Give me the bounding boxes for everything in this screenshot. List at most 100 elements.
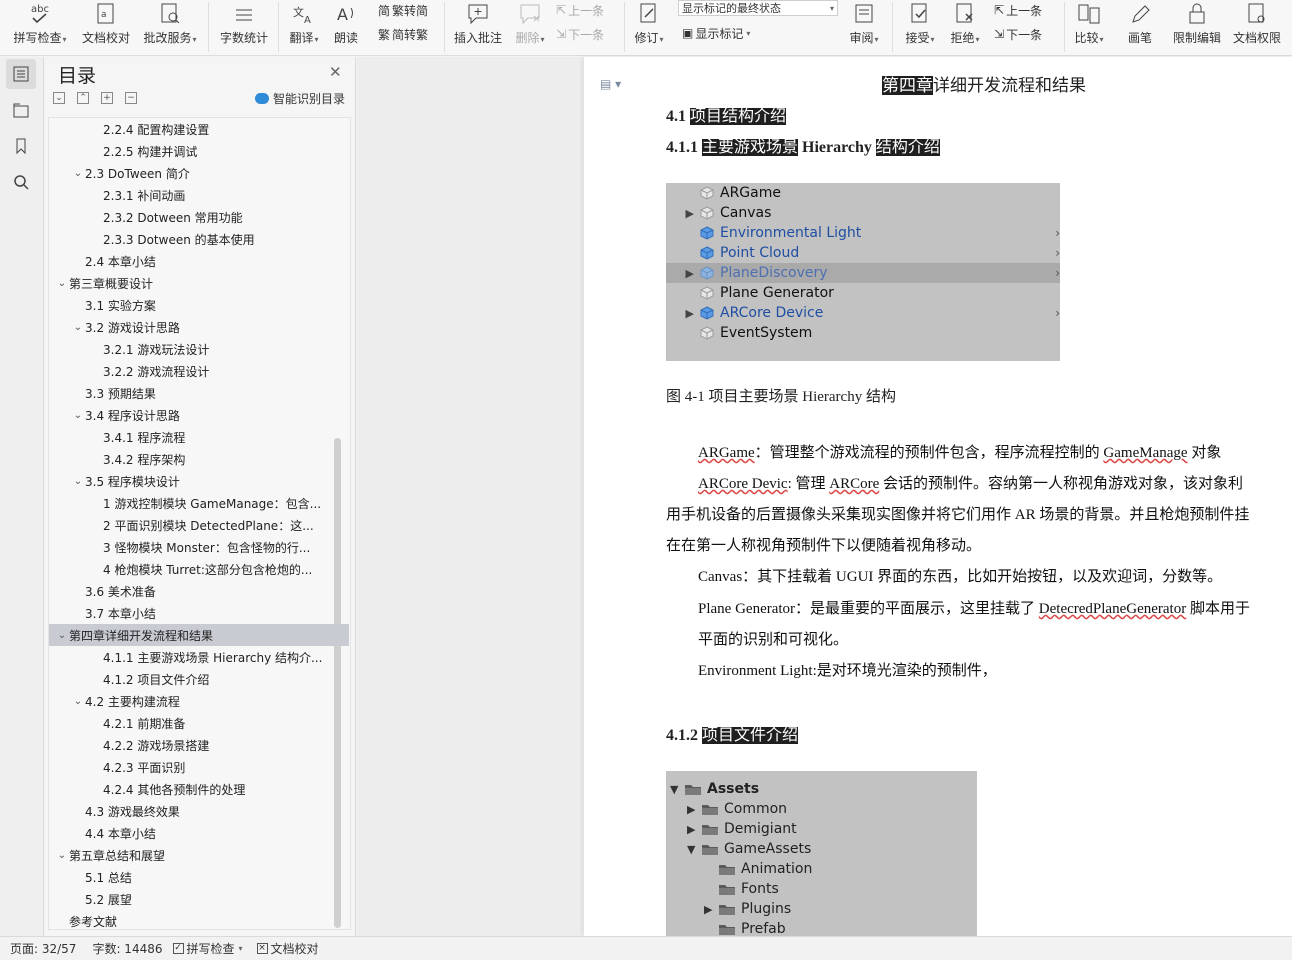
toc-item[interactable]: 4.4 本章小结 [49,822,349,844]
chevron-down-icon[interactable]: ⌄ [55,278,69,289]
toc-item[interactable]: 4.1.2 项目文件介绍 [49,668,349,690]
toc-title: 目录 [58,65,97,87]
toc-item[interactable]: 4.2.3 平面识别 [49,756,349,778]
toc-item[interactable]: 3.4.2 程序架构 [49,448,349,470]
toc-item[interactable]: 2.3.1 补间动画 [49,184,349,206]
toc-item[interactable]: 4.3 游戏最终效果 [49,800,349,822]
word-count-indicator[interactable]: 字数: 14486 [92,940,162,957]
bookmark-panel-button[interactable] [6,131,36,161]
chevron-down-icon[interactable]: ⌄ [55,630,69,641]
collapse-all-icon[interactable]: ⌃ [77,92,89,104]
toc-item[interactable]: ⌄ 第四章详细开发流程和结果 [49,624,349,646]
close-icon[interactable]: ✕ [329,63,342,81]
reject-button[interactable]: 拒绝▾ [946,0,984,56]
compare-button[interactable]: 比较▾ [1070,0,1108,56]
chevron-down-icon[interactable]: ⌄ [71,168,85,179]
toc-item[interactable]: ⌄ 4.2 主要构建流程 [49,690,349,712]
page-indicator[interactable]: 页面: 32/57 [10,940,76,957]
chevron-down-icon[interactable]: ⌄ [71,696,85,707]
toc-item[interactable]: 2 平面识别模块 DetectedPlane：这... [49,514,349,536]
toc-item[interactable]: 3.3 预期结果 [49,382,349,404]
toc-item[interactable]: 1 游戏控制模块 GameManage：包含... [49,492,349,514]
doc-proof-button[interactable]: a 文档校对 [80,0,132,56]
insert-comment-button[interactable]: 插入批注 [452,0,504,56]
smart-toc-label: 智能识别目录 [273,92,346,106]
search-panel-button[interactable] [6,167,36,197]
markup-state-value: 显示标记的最终状态 [682,2,781,15]
delete-comment-button[interactable]: 删除▾ [510,0,550,56]
doc-permission-button[interactable]: 文档权限 [1230,0,1284,56]
delete-comment-icon [518,0,542,27]
next-change-button[interactable]: ⇲ 下一条 [994,24,1042,44]
chevron-down-icon[interactable]: ⌄ [55,850,69,861]
toc-item[interactable]: 5.2 展望 [49,888,349,910]
toc-item[interactable]: 4.2.4 其他各预制件的处理 [49,778,349,800]
toc-item[interactable]: 3 怪物模块 Monster：包含怪物的行... [49,536,349,558]
batch-service-button[interactable]: 批改服务▾ [138,0,202,56]
document-page: ▤ ▾ 第四章详细开发流程和结果 4.1 项目结构介绍 4.1.1 主要游戏场景… [584,57,1292,941]
smart-toc-button[interactable]: 智能识别目录 [255,90,345,107]
toc-item[interactable]: 5.1 总结 [49,866,349,888]
markup-state-select[interactable]: 显示标记的最终状态 ▾ [678,0,838,16]
search-icon [14,175,29,190]
toc-item[interactable]: 2.4 本章小结 [49,250,349,272]
toc-item[interactable]: 4.2.2 游戏场景搭建 [49,734,349,756]
toc-item[interactable]: 参考文献 [49,910,349,929]
word-count-button[interactable]: 字数统计 [216,0,272,56]
prev-comment-button[interactable]: ⇱ 上一条 [556,0,604,20]
toc-item[interactable]: 4.1.1 主要游戏场景 Hierarchy 结构介... [49,646,349,668]
chevron-down-icon[interactable]: ⌄ [71,476,85,487]
next-comment-button[interactable]: ⇲ 下一条 [556,24,604,44]
spell-check-button[interactable]: abc 拼写检查▾ [10,0,70,56]
toc-item[interactable]: ⌄ 3.5 程序模块设计 [49,470,349,492]
toc-item[interactable]: 3.4.1 程序流程 [49,426,349,448]
toc-item[interactable]: 3.7 本章小结 [49,602,349,624]
page-menu-icon[interactable]: ▤ ▾ [600,77,621,91]
review-button[interactable]: 审阅▾ [844,0,884,56]
prev-change-button[interactable]: ⇱ 上一条 [994,0,1042,20]
toc-item[interactable]: ⌄ 2.3 DoTween 简介 [49,162,349,184]
simp-to-trad-button[interactable]: 繁简转繁 [378,24,428,44]
toc-item[interactable]: 4.2.1 前期准备 [49,712,349,734]
toc-item[interactable]: 3.2.2 游戏流程设计 [49,360,349,382]
expand-all-icon[interactable]: ⌄ [53,92,65,104]
expand-arrow-icon: ▶ [687,822,696,836]
toc-item[interactable]: ⌄ 第三章概要设计 [49,272,349,294]
toc-item[interactable]: 2.2.5 构建并调试 [49,140,349,162]
toc-item[interactable]: 2.2.4 配置构建设置 [49,118,349,140]
review-label: 审阅 [849,31,874,45]
show-markup-button[interactable]: ▣ 显示标记 ▾ [682,23,750,43]
chevron-down-icon[interactable]: ⌄ [71,322,85,333]
gameobject-cube-icon [700,266,714,280]
toc-item[interactable]: 4 枪炮模块 Turret:这部分包含枪炮的... [49,558,349,580]
restrict-edit-button[interactable]: 限制编辑 [1168,0,1226,56]
toc-panel: 目录 ✕ ⌄ ⌃ + − 智能识别目录 2.2.4 配置构建设置 2.2.5 构建… [45,57,356,936]
status-spell-check[interactable]: ✓ 拼写检查 ▾ [172,940,243,957]
trad-to-simp-button[interactable]: 简繁转简 [378,0,428,20]
hierarchy-row: Plane Generator [666,283,1060,303]
read-aloud-button[interactable]: A 朗读 [330,0,362,56]
insert-comment-label: 插入批注 [453,31,502,45]
ribbon-separator [278,2,279,52]
accept-button[interactable]: 接受▾ [900,0,940,56]
add-item-icon[interactable]: + [101,92,113,104]
toc-item[interactable]: 2.3.3 Dotween 的基本使用 [49,228,349,250]
toc-item[interactable]: 2.3.2 Dotween 常用功能 [49,206,349,228]
toc-item[interactable]: ⌄ 3.2 游戏设计思路 [49,316,349,338]
chevron-down-icon[interactable]: ⌄ [71,410,85,421]
toc-item[interactable]: 3.2.1 游戏玩法设计 [49,338,349,360]
pen-button[interactable]: 画笔 [1120,0,1160,56]
navigation-panel-button[interactable] [6,95,36,125]
toc-item[interactable]: 3.6 美术准备 [49,580,349,602]
remove-item-icon[interactable]: − [125,92,137,104]
toc-item-label: 4.1.2 项目文件介绍 [103,672,210,687]
toc-item[interactable]: ⌄ 第五章总结和展望 [49,844,349,866]
toc-item[interactable]: 3.1 实验方案 [49,294,349,316]
toc-item[interactable]: ⌄ 3.4 程序设计思路 [49,404,349,426]
asset-folder-label: Assets [707,781,760,797]
paragraph-arcore-line1: ARCore Devic: 管理 ARCore 会话的预制件。容纳第一人称视角游… [698,469,1243,500]
status-doc-proof[interactable]: × 文档校对 [256,940,319,957]
translate-button[interactable]: 文A 翻译▾ [284,0,324,56]
revise-button[interactable]: 修订▾ [630,0,668,56]
toc-panel-button[interactable] [6,59,36,89]
